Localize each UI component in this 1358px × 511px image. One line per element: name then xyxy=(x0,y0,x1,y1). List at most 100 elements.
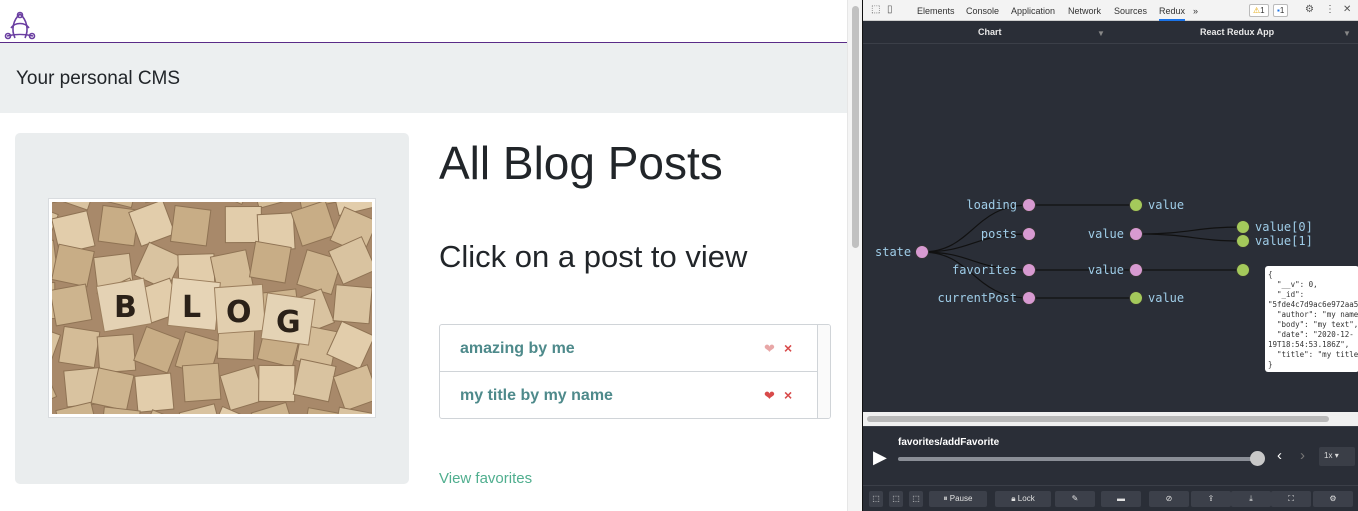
scrabble-tile xyxy=(96,333,137,374)
action-slider-bar: ▶ favorites/addFavorite ‹ › 1x ▾ xyxy=(863,426,1358,484)
warning-badge[interactable]: ⚠1 xyxy=(1249,4,1269,17)
node-state[interactable] xyxy=(915,245,929,259)
node-loading-value[interactable] xyxy=(1129,198,1143,212)
device-toolbar-icon[interactable]: ▯ xyxy=(887,4,893,15)
label-loading-value: value xyxy=(1148,198,1184,212)
layout-bottom-button[interactable]: ⬚ xyxy=(909,491,923,507)
tree-nodes[interactable] xyxy=(915,198,1250,305)
action-slider-knob[interactable] xyxy=(1250,451,1265,466)
post-title[interactable]: my title by my name xyxy=(460,387,613,405)
kebab-menu-icon[interactable]: ⋮ xyxy=(1325,4,1335,15)
node-posts-value[interactable] xyxy=(1129,227,1143,241)
inspect-element-icon[interactable]: ⬚ xyxy=(871,4,880,15)
view-favorites-link[interactable]: View favorites xyxy=(439,470,532,487)
devtools-bottom-toolbar: ⬚ ⬚ ⬚ ⏸ Pause 🔒︎ Lock ✎ ▬ ⊘ ⇪ ⤓ ⛶ ⚙ xyxy=(863,485,1358,511)
page-scrollbar[interactable] xyxy=(847,0,862,511)
image-card: B L O G xyxy=(15,133,409,484)
screen: Your personal CMS B L O G All Blog Posts… xyxy=(0,0,1358,511)
letter-o: O xyxy=(226,295,252,330)
scrabble-tile xyxy=(58,325,101,369)
delete-x-icon[interactable]: × xyxy=(784,387,792,403)
node-loading[interactable] xyxy=(1022,198,1036,212)
import-button[interactable]: ⇪ xyxy=(1191,491,1231,507)
blog-image: B L O G xyxy=(52,202,372,414)
redux-logo-icon[interactable] xyxy=(3,10,37,42)
previous-action-icon[interactable]: ‹ xyxy=(1277,447,1282,464)
chart-horizontal-scrollbar[interactable] xyxy=(863,412,1358,426)
scrabble-tile xyxy=(248,240,292,284)
action-slider-track[interactable] xyxy=(898,457,1258,461)
favorite-heart-icon[interactable]: ❤ xyxy=(764,388,775,404)
tab-console[interactable]: Console xyxy=(966,6,999,16)
next-action-icon[interactable]: › xyxy=(1300,447,1305,464)
settings-gear-icon[interactable]: ⚙ xyxy=(1305,4,1314,15)
scrabble-tile xyxy=(258,364,296,403)
close-devtools-icon[interactable]: ✕ xyxy=(1343,4,1351,15)
instance-select[interactable]: React Redux App xyxy=(1200,27,1274,37)
playback-speed-select[interactable]: 1x ▾ xyxy=(1319,447,1355,466)
letter-b: B xyxy=(114,290,137,325)
node-favorites-value[interactable] xyxy=(1129,263,1143,277)
settings-button[interactable]: ⚙ xyxy=(1313,491,1353,507)
remote-button[interactable]: ⛶ xyxy=(1271,491,1311,507)
app-navbar xyxy=(0,0,847,43)
chart-scrollbar-thumb[interactable] xyxy=(867,416,1329,422)
label-posts-value-1: value[1] xyxy=(1255,234,1313,248)
monitor-select[interactable]: Chart xyxy=(978,27,1002,37)
layout-left-button[interactable]: ⬚ xyxy=(869,491,883,507)
label-posts-value-0: value[0] xyxy=(1255,220,1313,234)
page-scrollbar-thumb[interactable] xyxy=(852,6,859,248)
node-currentpost-value[interactable] xyxy=(1129,291,1143,305)
pin-button[interactable]: ✎ xyxy=(1055,491,1095,507)
tab-application[interactable]: Application xyxy=(1011,6,1055,16)
redux-monitor-bar: Chart ▼ React Redux App ▼ xyxy=(863,22,1358,44)
pause-button[interactable]: ⏸ Pause xyxy=(929,491,987,507)
play-icon[interactable]: ▶ xyxy=(873,447,887,468)
scrabble-tile xyxy=(52,283,93,327)
post-item[interactable]: my title by my name ❤ × xyxy=(440,372,817,418)
label-posts-value: value xyxy=(1088,227,1124,241)
export-button[interactable]: ⤓ xyxy=(1231,491,1271,507)
scrabble-tile xyxy=(224,205,262,244)
keyboard-icon: ▬ xyxy=(1117,494,1125,503)
hero-text: Your personal CMS xyxy=(16,68,181,89)
tab-redux[interactable]: Redux xyxy=(1159,6,1186,21)
lock-button[interactable]: 🔒︎ Lock xyxy=(995,491,1051,507)
post-title[interactable]: amazing by me xyxy=(460,340,575,358)
post-item[interactable]: amazing by me ❤ × xyxy=(440,325,817,372)
slider-icon: ⊘ xyxy=(1165,494,1173,503)
scrabble-tile xyxy=(169,205,212,247)
message-badge[interactable]: ▪1 xyxy=(1273,4,1289,17)
more-tabs-icon[interactable]: » xyxy=(1193,6,1198,16)
upload-icon: ⇪ xyxy=(1207,494,1215,503)
node-posts-value-1[interactable] xyxy=(1236,234,1250,248)
post-list-scrollbar[interactable] xyxy=(817,325,830,418)
node-tooltip: { "__v": 0, "_id": "5fde4c7d9ac6e972aa57 … xyxy=(1265,266,1358,372)
node-posts[interactable] xyxy=(1022,227,1036,241)
label-currentpost-value: value xyxy=(1148,291,1184,305)
slider-toggle-button[interactable]: ⊘ xyxy=(1149,491,1189,507)
post-list: amazing by me ❤ × my title by my name ❤ … xyxy=(439,324,831,419)
node-posts-value-0[interactable] xyxy=(1236,220,1250,234)
label-state: state xyxy=(875,245,911,259)
remote-icon: ⛶ xyxy=(1288,494,1294,503)
blog-app: Your personal CMS B L O G All Blog Posts… xyxy=(0,0,847,511)
node-favorites-value-0[interactable] xyxy=(1236,263,1250,277)
node-currentpost[interactable] xyxy=(1022,291,1036,305)
state-tree-chart[interactable]: state loading posts favorites currentPos… xyxy=(863,44,1358,412)
tab-network[interactable]: Network xyxy=(1068,6,1101,16)
scrabble-tile xyxy=(90,367,135,412)
chevron-down-icon[interactable]: ▼ xyxy=(1097,29,1105,38)
favorite-heart-icon[interactable]: ❤ xyxy=(764,341,775,357)
delete-x-icon[interactable]: × xyxy=(784,340,792,356)
letter-l: L xyxy=(182,290,201,325)
dispatcher-button[interactable]: ▬ xyxy=(1101,491,1141,507)
tree-links xyxy=(921,204,1244,299)
label-favorites-value: value xyxy=(1088,263,1124,277)
tab-elements[interactable]: Elements xyxy=(917,6,955,16)
chevron-down-icon[interactable]: ▼ xyxy=(1343,29,1351,38)
layout-right-button[interactable]: ⬚ xyxy=(889,491,903,507)
node-favorites[interactable] xyxy=(1022,263,1036,277)
tab-sources[interactable]: Sources xyxy=(1114,6,1147,16)
devtools-panel: ⬚ ▯ Elements Console Application Network… xyxy=(862,0,1358,511)
